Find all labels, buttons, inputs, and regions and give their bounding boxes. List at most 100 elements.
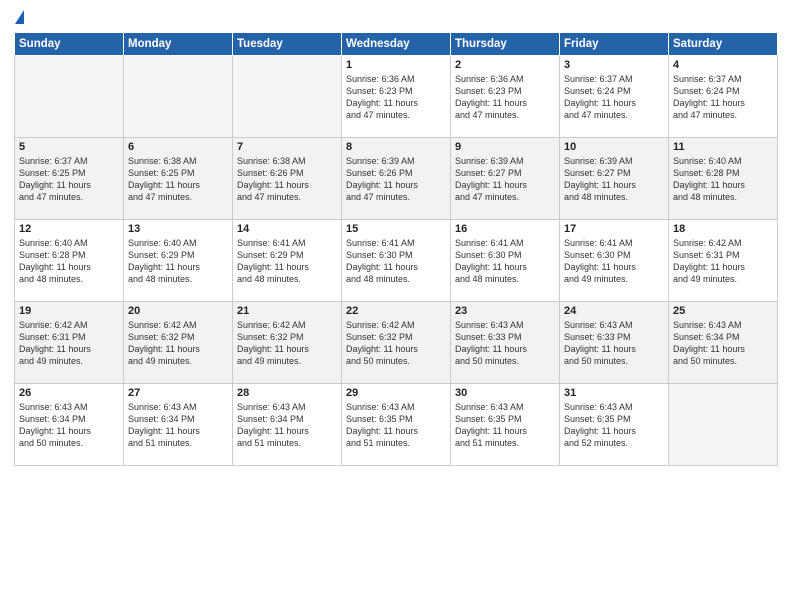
- day-info: Sunrise: 6:42 AM Sunset: 6:32 PM Dayligh…: [128, 319, 228, 368]
- calendar-header-tuesday: Tuesday: [233, 33, 342, 56]
- calendar-cell: 11Sunrise: 6:40 AM Sunset: 6:28 PM Dayli…: [669, 138, 778, 220]
- calendar-cell: 24Sunrise: 6:43 AM Sunset: 6:33 PM Dayli…: [560, 302, 669, 384]
- day-info: Sunrise: 6:38 AM Sunset: 6:25 PM Dayligh…: [128, 155, 228, 204]
- day-number: 19: [19, 305, 119, 317]
- calendar-cell: 9 Sunrise: 6:39 AM Sunset: 6:27 PM Daylig…: [451, 138, 560, 220]
- day-number: 21: [237, 305, 337, 317]
- day-info: Sunrise: 6:42 AM Sunset: 6:31 PM Dayligh…: [19, 319, 119, 368]
- day-info: Sunrise: 6:43 AM Sunset: 6:35 PM Dayligh…: [346, 401, 446, 450]
- calendar-cell: [233, 56, 342, 138]
- day-number: 5: [19, 141, 119, 153]
- calendar-cell: 23 Sunrise: 6:43 AM Sunset: 6:33 PM Dayli…: [451, 302, 560, 384]
- day-number: 1: [346, 59, 446, 71]
- logo: [14, 10, 24, 24]
- day-info: Sunrise: 6:41 AM Sunset: 6:30 PM Dayligh…: [346, 237, 446, 286]
- calendar-cell: 10Sunrise: 6:39 AM Sunset: 6:27 PM Dayli…: [560, 138, 669, 220]
- day-number: 14: [237, 223, 337, 235]
- day-info: Sunrise: 6:43 AM Sunset: 6:33 PM Dayligh…: [455, 319, 555, 368]
- calendar-header-monday: Monday: [124, 33, 233, 56]
- day-info: Sunrise: 6:36 AM Sunset: 6:23 PM Dayligh…: [455, 73, 555, 122]
- day-number: 16: [455, 223, 555, 235]
- calendar-cell: 6 Sunrise: 6:38 AM Sunset: 6:25 PM Daylig…: [124, 138, 233, 220]
- logo-triangle-icon: [15, 10, 24, 24]
- day-number: 4: [673, 59, 773, 71]
- calendar-cell: 4 Sunrise: 6:37 AM Sunset: 6:24 PM Daylig…: [669, 56, 778, 138]
- day-info: Sunrise: 6:39 AM Sunset: 6:26 PM Dayligh…: [346, 155, 446, 204]
- day-info: Sunrise: 6:43 AM Sunset: 6:34 PM Dayligh…: [237, 401, 337, 450]
- calendar-cell: [124, 56, 233, 138]
- day-info: Sunrise: 6:41 AM Sunset: 6:30 PM Dayligh…: [564, 237, 664, 286]
- day-info: Sunrise: 6:41 AM Sunset: 6:30 PM Dayligh…: [455, 237, 555, 286]
- calendar-week-row: 5 Sunrise: 6:37 AM Sunset: 6:25 PM Daylig…: [15, 138, 778, 220]
- calendar-cell: 27 Sunrise: 6:43 AM Sunset: 6:34 PM Dayli…: [124, 384, 233, 466]
- calendar-cell: 26 Sunrise: 6:43 AM Sunset: 6:34 PM Dayli…: [15, 384, 124, 466]
- calendar-header-sunday: Sunday: [15, 33, 124, 56]
- day-info: Sunrise: 6:42 AM Sunset: 6:32 PM Dayligh…: [237, 319, 337, 368]
- day-info: Sunrise: 6:43 AM Sunset: 6:33 PM Dayligh…: [564, 319, 664, 368]
- calendar-cell: 28 Sunrise: 6:43 AM Sunset: 6:34 PM Dayli…: [233, 384, 342, 466]
- calendar-cell: 19 Sunrise: 6:42 AM Sunset: 6:31 PM Dayli…: [15, 302, 124, 384]
- calendar-cell: 16 Sunrise: 6:41 AM Sunset: 6:30 PM Dayli…: [451, 220, 560, 302]
- calendar-cell: 12 Sunrise: 6:40 AM Sunset: 6:28 PM Dayli…: [15, 220, 124, 302]
- day-info: Sunrise: 6:37 AM Sunset: 6:24 PM Dayligh…: [673, 73, 773, 122]
- day-number: 12: [19, 223, 119, 235]
- day-info: Sunrise: 6:41 AM Sunset: 6:29 PM Dayligh…: [237, 237, 337, 286]
- day-info: Sunrise: 6:42 AM Sunset: 6:32 PM Dayligh…: [346, 319, 446, 368]
- day-number: 22: [346, 305, 446, 317]
- calendar-cell: 18Sunrise: 6:42 AM Sunset: 6:31 PM Dayli…: [669, 220, 778, 302]
- day-number: 23: [455, 305, 555, 317]
- calendar-header-friday: Friday: [560, 33, 669, 56]
- calendar-cell: 21 Sunrise: 6:42 AM Sunset: 6:32 PM Dayli…: [233, 302, 342, 384]
- day-number: 27: [128, 387, 228, 399]
- day-info: Sunrise: 6:39 AM Sunset: 6:27 PM Dayligh…: [455, 155, 555, 204]
- day-number: 8: [346, 141, 446, 153]
- calendar-cell: 5 Sunrise: 6:37 AM Sunset: 6:25 PM Daylig…: [15, 138, 124, 220]
- calendar-header-thursday: Thursday: [451, 33, 560, 56]
- day-info: Sunrise: 6:43 AM Sunset: 6:35 PM Dayligh…: [564, 401, 664, 450]
- day-number: 25: [673, 305, 773, 317]
- calendar-week-row: 26 Sunrise: 6:43 AM Sunset: 6:34 PM Dayli…: [15, 384, 778, 466]
- day-info: Sunrise: 6:38 AM Sunset: 6:26 PM Dayligh…: [237, 155, 337, 204]
- calendar-header-saturday: Saturday: [669, 33, 778, 56]
- day-number: 17: [564, 223, 664, 235]
- day-number: 13: [128, 223, 228, 235]
- day-number: 2: [455, 59, 555, 71]
- day-number: 31: [564, 387, 664, 399]
- day-info: Sunrise: 6:43 AM Sunset: 6:34 PM Dayligh…: [673, 319, 773, 368]
- day-number: 30: [455, 387, 555, 399]
- day-info: Sunrise: 6:37 AM Sunset: 6:24 PM Dayligh…: [564, 73, 664, 122]
- day-info: Sunrise: 6:37 AM Sunset: 6:25 PM Dayligh…: [19, 155, 119, 204]
- day-number: 18: [673, 223, 773, 235]
- header: [14, 10, 778, 24]
- day-number: 3: [564, 59, 664, 71]
- day-number: 26: [19, 387, 119, 399]
- calendar-cell: 1Sunrise: 6:36 AM Sunset: 6:23 PM Daylig…: [342, 56, 451, 138]
- day-number: 7: [237, 141, 337, 153]
- day-number: 10: [564, 141, 664, 153]
- day-info: Sunrise: 6:43 AM Sunset: 6:34 PM Dayligh…: [19, 401, 119, 450]
- calendar-cell: 15Sunrise: 6:41 AM Sunset: 6:30 PM Dayli…: [342, 220, 451, 302]
- calendar-table: SundayMondayTuesdayWednesdayThursdayFrid…: [14, 32, 778, 466]
- calendar-cell: 31 Sunrise: 6:43 AM Sunset: 6:35 PM Dayli…: [560, 384, 669, 466]
- calendar-cell: [669, 384, 778, 466]
- calendar-cell: 7 Sunrise: 6:38 AM Sunset: 6:26 PM Daylig…: [233, 138, 342, 220]
- day-info: Sunrise: 6:43 AM Sunset: 6:35 PM Dayligh…: [455, 401, 555, 450]
- page: SundayMondayTuesdayWednesdayThursdayFrid…: [0, 0, 792, 612]
- calendar-header-row: SundayMondayTuesdayWednesdayThursdayFrid…: [15, 33, 778, 56]
- calendar-cell: 30 Sunrise: 6:43 AM Sunset: 6:35 PM Dayli…: [451, 384, 560, 466]
- calendar-week-row: 19 Sunrise: 6:42 AM Sunset: 6:31 PM Dayli…: [15, 302, 778, 384]
- calendar-cell: 25 Sunrise: 6:43 AM Sunset: 6:34 PM Dayli…: [669, 302, 778, 384]
- day-info: Sunrise: 6:40 AM Sunset: 6:29 PM Dayligh…: [128, 237, 228, 286]
- day-number: 28: [237, 387, 337, 399]
- day-info: Sunrise: 6:43 AM Sunset: 6:34 PM Dayligh…: [128, 401, 228, 450]
- day-number: 6: [128, 141, 228, 153]
- day-number: 9: [455, 141, 555, 153]
- calendar-cell: 14 Sunrise: 6:41 AM Sunset: 6:29 PM Dayli…: [233, 220, 342, 302]
- day-number: 20: [128, 305, 228, 317]
- calendar-week-row: 1 Sunrise: 6:36 AM Sunset: 6:23 PM Daylig…: [15, 56, 778, 138]
- calendar-cell: 13 Sunrise: 6:40 AM Sunset: 6:29 PM Dayli…: [124, 220, 233, 302]
- day-info: Sunrise: 6:40 AM Sunset: 6:28 PM Dayligh…: [19, 237, 119, 286]
- calendar-cell: 8 Sunrise: 6:39 AM Sunset: 6:26 PM Daylig…: [342, 138, 451, 220]
- calendar-cell: 2 Sunrise: 6:36 AM Sunset: 6:23 PM Daylig…: [451, 56, 560, 138]
- calendar-cell: 20 Sunrise: 6:42 AM Sunset: 6:32 PM Dayli…: [124, 302, 233, 384]
